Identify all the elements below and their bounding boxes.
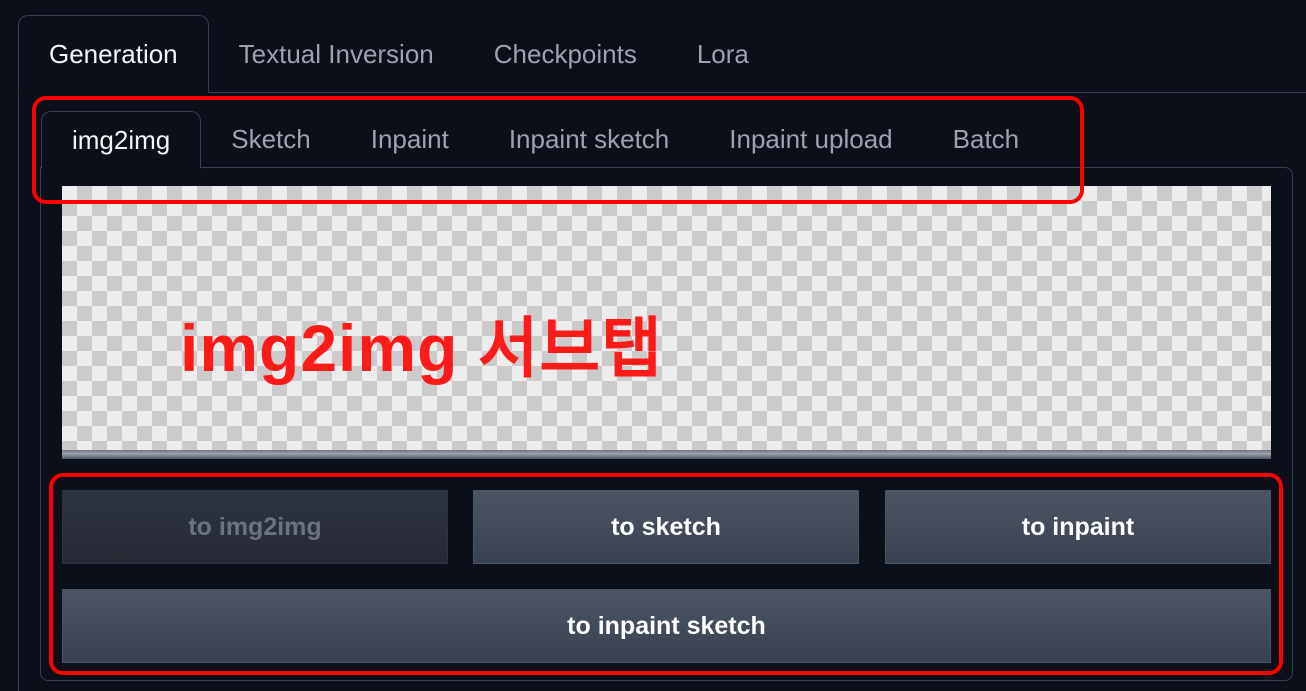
- to-inpaint-sketch-button[interactable]: to inpaint sketch: [62, 589, 1271, 663]
- annotation-label: img2img 서브탭: [180, 311, 663, 385]
- tab-generation[interactable]: Generation: [18, 15, 209, 93]
- subtab-inpaint-sketch[interactable]: Inpaint sketch: [479, 111, 699, 168]
- page: Generation Textual Inversion Checkpoints…: [0, 0, 1306, 691]
- sub-tab-bar: img2img Sketch Inpaint Inpaint sketch In…: [41, 111, 1050, 169]
- to-img2img-button[interactable]: to img2img: [62, 490, 448, 564]
- tab-textual-inversion[interactable]: Textual Inversion: [209, 15, 464, 93]
- subtab-inpaint-upload[interactable]: Inpaint upload: [699, 111, 922, 168]
- tab-lora[interactable]: Lora: [667, 15, 779, 93]
- subtab-sketch[interactable]: Sketch: [201, 111, 341, 168]
- to-sketch-button[interactable]: to sketch: [473, 490, 859, 564]
- subtab-batch[interactable]: Batch: [923, 111, 1050, 168]
- tab-checkpoints[interactable]: Checkpoints: [464, 15, 667, 93]
- canvas-bottom-bar: [62, 450, 1271, 459]
- subtab-inpaint[interactable]: Inpaint: [341, 111, 479, 168]
- subtab-img2img[interactable]: img2img: [41, 111, 202, 169]
- to-inpaint-button[interactable]: to inpaint: [885, 490, 1271, 564]
- top-tab-bar: Generation Textual Inversion Checkpoints…: [18, 15, 779, 93]
